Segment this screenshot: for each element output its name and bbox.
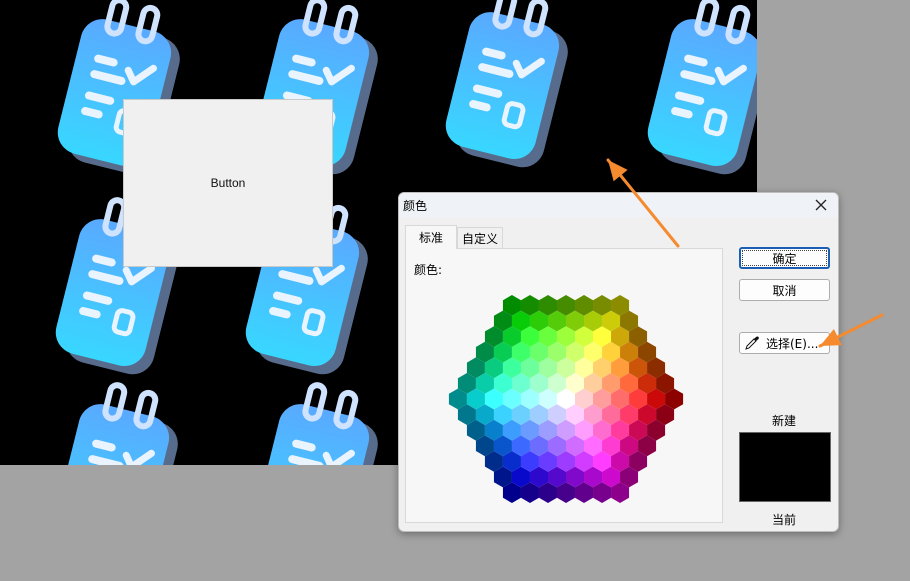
color-dialog: 颜色 标准 自定义 颜色: 确定 取消 选择(E)... 新建 当前 [398, 192, 839, 532]
notepad-checklist-icon [255, 382, 378, 465]
pick-color-label: 选择(E)... [766, 336, 819, 351]
ok-button[interactable]: 确定 [739, 247, 830, 269]
new-color-label: 新建 [772, 414, 797, 428]
new-color-swatch [739, 432, 831, 502]
demo-button[interactable]: Button [123, 99, 333, 267]
tab-custom[interactable]: 自定义 [457, 227, 503, 249]
notepad-checklist-icon [55, 382, 178, 465]
tab-standard[interactable]: 标准 [405, 225, 457, 249]
eyedropper-icon [745, 336, 759, 350]
dialog-title: 颜色 [403, 199, 428, 213]
close-icon[interactable] [812, 196, 830, 214]
tab-panel: 颜色: [405, 248, 723, 523]
current-color-label: 当前 [772, 513, 797, 527]
notepad-checklist-icon [647, 0, 757, 175]
pick-color-button[interactable]: 选择(E)... [739, 332, 830, 354]
color-palette[interactable] [406, 249, 724, 524]
notepad-checklist-icon [445, 0, 568, 168]
dialog-titlebar[interactable]: 颜色 [399, 193, 838, 217]
cancel-button[interactable]: 取消 [739, 279, 830, 301]
